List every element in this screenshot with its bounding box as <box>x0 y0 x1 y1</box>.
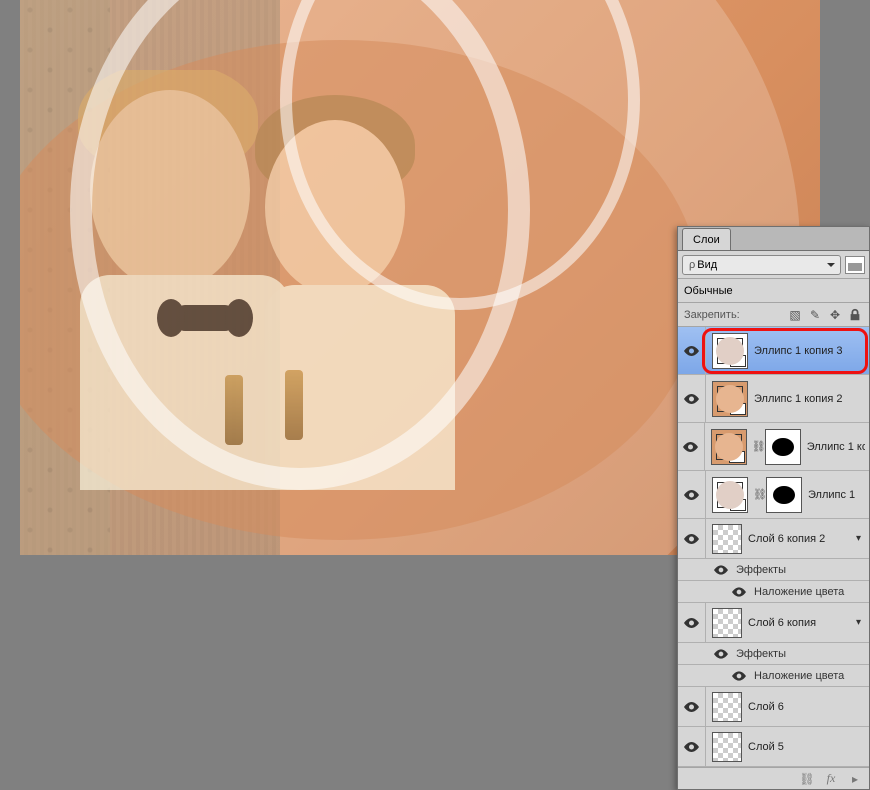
layer-name[interactable]: Эллипс 1 копия 2 <box>754 393 843 405</box>
lock-row: Закрепить: ▧ ✎ ✥ <box>678 303 869 327</box>
fx-header-row[interactable]: Эффекты <box>678 559 869 581</box>
fx-collapse-icon[interactable]: ▾ <box>856 617 861 628</box>
visibility-toggle[interactable] <box>732 587 748 597</box>
layer-thumb[interactable] <box>711 429 747 465</box>
panel-tabbar: Слои <box>678 227 869 251</box>
filter-prefix: ρ <box>689 259 695 271</box>
visibility-toggle[interactable] <box>678 375 706 422</box>
visibility-toggle[interactable] <box>678 423 705 470</box>
lock-move-icon[interactable]: ✥ <box>827 307 843 323</box>
fx-item-name: Наложение цвета <box>754 586 844 598</box>
panel-footer: ⛓ fx ▸ <box>678 767 869 789</box>
blend-mode-row: Обычные <box>678 279 869 303</box>
tab-label: Слои <box>693 234 720 246</box>
fx-item-row[interactable]: Наложение цвета <box>678 581 869 603</box>
layer-thumb[interactable] <box>712 692 742 722</box>
visibility-toggle[interactable] <box>678 327 706 374</box>
lock-label: Закрепить: <box>684 309 740 321</box>
fx-item-name: Наложение цвета <box>754 670 844 682</box>
lock-all-icon[interactable] <box>847 307 863 323</box>
visibility-toggle[interactable] <box>714 565 730 575</box>
chevron-right-icon[interactable]: ▸ <box>847 771 863 787</box>
layer-row[interactable]: Слой 5 <box>678 727 869 767</box>
visibility-toggle[interactable] <box>678 687 706 726</box>
layer-name[interactable]: Слой 6 <box>748 701 784 713</box>
layer-name[interactable]: Эллипс 1 ко <box>807 441 865 453</box>
visibility-toggle[interactable] <box>678 471 706 518</box>
layer-thumb[interactable] <box>712 732 742 762</box>
layer-thumb[interactable] <box>712 608 742 638</box>
link-layers-icon[interactable]: ⛓ <box>799 771 815 787</box>
fx-item-row[interactable]: Наложение цвета <box>678 665 869 687</box>
layer-row[interactable]: Слой 6 копия 2 ▾ <box>678 519 869 559</box>
layer-thumb[interactable] <box>712 477 748 513</box>
layer-name[interactable]: Слой 6 копия <box>748 617 816 629</box>
blend-mode-value[interactable]: Обычные <box>684 285 733 297</box>
mask-link-icon[interactable]: ⛓ <box>753 429 765 465</box>
filter-value: Вид <box>697 259 717 271</box>
layer-row[interactable]: Эллипс 1 копия 2 <box>678 375 869 423</box>
layer-name[interactable]: Эллипс 1 <box>808 489 855 501</box>
fx-label: Эффекты <box>736 648 786 660</box>
layers-panel: Слои ρ Вид Обычные Закрепить: ▧ ✎ ✥ <box>677 226 870 790</box>
mask-link-icon[interactable]: ⛓ <box>754 477 766 513</box>
layer-row[interactable]: Слой 6 <box>678 687 869 727</box>
layer-mask-thumb[interactable] <box>766 477 802 513</box>
lock-brush-icon[interactable]: ✎ <box>807 307 823 323</box>
layer-list[interactable]: Эллипс 1 копия 3 Эллипс 1 копия 2 ⛓ Элли… <box>678 327 869 767</box>
layer-row[interactable]: ⛓ Эллипс 1 ко <box>678 423 869 471</box>
filter-pixel-icon[interactable] <box>845 256 865 274</box>
layer-name[interactable]: Слой 6 копия 2 <box>748 533 825 545</box>
layer-row[interactable]: ⛓ Эллипс 1 <box>678 471 869 519</box>
visibility-toggle[interactable] <box>714 649 730 659</box>
tab-layers[interactable]: Слои <box>682 228 731 250</box>
layer-thumb[interactable] <box>712 333 748 369</box>
lock-pixels-icon[interactable]: ▧ <box>787 307 803 323</box>
visibility-toggle[interactable] <box>678 519 706 558</box>
fx-label: Эффекты <box>736 564 786 576</box>
layer-filter-dropdown[interactable]: ρ Вид <box>682 255 841 275</box>
layer-name[interactable]: Эллипс 1 копия 3 <box>754 345 843 357</box>
visibility-toggle[interactable] <box>678 603 706 642</box>
layer-thumb[interactable] <box>712 524 742 554</box>
layer-name[interactable]: Слой 5 <box>748 741 784 753</box>
fx-collapse-icon[interactable]: ▾ <box>856 533 861 544</box>
layer-thumb[interactable] <box>712 381 748 417</box>
fx-header-row[interactable]: Эффекты <box>678 643 869 665</box>
layer-filter-bar: ρ Вид <box>678 251 869 279</box>
fx-button-icon[interactable]: fx <box>823 771 839 787</box>
layer-row[interactable]: Эллипс 1 копия 3 <box>678 327 869 375</box>
layer-mask-thumb[interactable] <box>765 429 801 465</box>
visibility-toggle[interactable] <box>678 727 706 766</box>
layer-row[interactable]: Слой 6 копия ▾ <box>678 603 869 643</box>
visibility-toggle[interactable] <box>732 671 748 681</box>
